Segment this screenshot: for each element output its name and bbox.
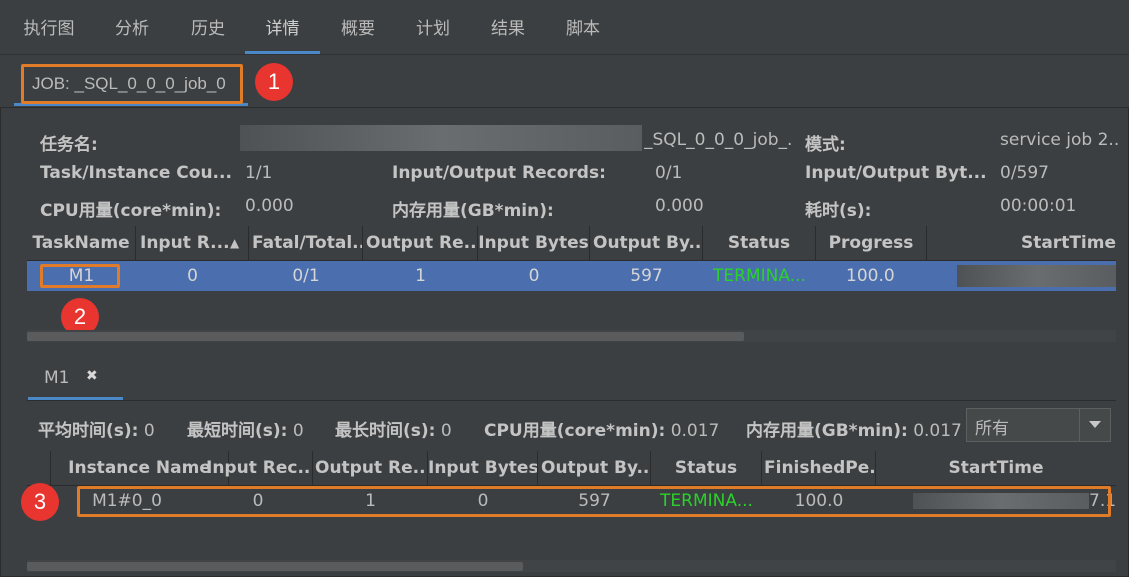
divider: [27, 400, 1116, 401]
task-count-label: Task/Instance Cou...: [40, 163, 232, 183]
tab-result[interactable]: 结果: [472, 14, 544, 54]
instance-table-hscrollbar[interactable]: [27, 560, 1116, 572]
highlight-box-task: [40, 264, 120, 288]
task-table-scroll-thumb[interactable]: [27, 332, 744, 341]
stat-max-value: 0: [440, 421, 452, 441]
col-fatal-total[interactable]: Fatal/Total...: [249, 226, 363, 260]
cell-fatal-total: 0/1: [292, 266, 320, 286]
col-input-records[interactable]: Input Rec...: [203, 451, 313, 485]
tab-analysis[interactable]: 分析: [96, 14, 168, 54]
redacted-starttime: [957, 265, 1116, 287]
tab-script[interactable]: 脚本: [547, 14, 619, 54]
close-icon[interactable]: ✖: [86, 368, 98, 384]
redacted-task-name: [240, 125, 642, 151]
stat-min: 最短时间(s): 0: [187, 416, 304, 441]
col-input-records-label: Input R...: [140, 233, 230, 253]
tab-plan[interactable]: 计划: [397, 14, 469, 54]
col-status[interactable]: Status: [703, 226, 816, 260]
io-bytes-label: Input/Output Byt...: [805, 163, 985, 183]
col-taskname[interactable]: TaskName: [27, 226, 136, 260]
mode-value: service job 2..: [1000, 130, 1120, 150]
cell-output-bytes: 597: [630, 266, 663, 286]
cell-input-records: 0: [187, 266, 198, 286]
filter-select-value: 所有: [975, 419, 1009, 439]
stat-cpu-label: CPU用量(core*min):: [484, 421, 666, 441]
mode-label: 模式:: [805, 135, 846, 155]
task-table-row[interactable]: M1 0 0/1 1 0 597 TERMINA... 100.0: [27, 261, 1116, 291]
stat-max: 最长时间(s): 0: [335, 416, 452, 441]
tab-overview[interactable]: 概要: [322, 14, 394, 54]
stat-mem-value: 0.017: [913, 421, 962, 441]
chevron-down-icon[interactable]: [1079, 409, 1110, 441]
col-output-bytes[interactable]: Output By...: [590, 226, 703, 260]
mem-usage-value: 0.000: [655, 196, 704, 216]
col-output-records[interactable]: Output Re...: [313, 451, 428, 485]
col-row-header: [27, 451, 51, 485]
col-starttime[interactable]: StartTime: [927, 226, 1116, 260]
task-count-value: 1/1: [245, 163, 273, 183]
col-input-bytes[interactable]: Input Bytes: [428, 451, 538, 485]
instance-table-header: Instance Name Input Rec... Output Re... …: [27, 451, 1116, 486]
col-status[interactable]: Status: [651, 451, 762, 485]
stat-min-label: 最短时间(s):: [187, 421, 288, 441]
stat-min-value: 0: [292, 421, 304, 441]
cell-progress: 100.0: [846, 266, 895, 286]
col-output-records[interactable]: Output Re...: [363, 226, 478, 260]
duration-value: 00:00:01: [1000, 196, 1077, 216]
stat-cpu-value: 0.017: [670, 421, 720, 441]
highlight-box-instance: [77, 486, 1111, 517]
io-records-label: Input/Output Records:: [392, 163, 606, 183]
top-tab-bar: 执行图 分析 历史 详情 概要 计划 结果 脚本: [0, 0, 1129, 55]
cell-status: TERMINA...: [713, 266, 806, 286]
stat-avg-value: 0: [143, 421, 155, 441]
cpu-usage-value: 0.000: [245, 196, 294, 216]
task-name-value: _SQL_0_0_0_job_.: [644, 130, 793, 150]
marker-3: 3: [21, 483, 59, 521]
stat-max-label: 最长时间(s):: [335, 421, 436, 441]
cell-input-bytes: 0: [528, 266, 540, 286]
col-output-bytes[interactable]: Output By...: [538, 451, 651, 485]
tab-m1[interactable]: M1 ✖: [28, 357, 123, 400]
marker-1: 1: [255, 63, 293, 101]
task-name-label: 任务名:: [40, 135, 98, 155]
duration-label: 耗时(s):: [805, 201, 872, 221]
task-table-header: TaskName Input R... ▲ Fatal/Total... Out…: [27, 226, 1116, 261]
tab-history[interactable]: 历史: [172, 14, 244, 54]
tab-execution-graph[interactable]: 执行图: [10, 14, 88, 54]
stat-avg: 平均时间(s): 0: [38, 416, 155, 441]
stat-avg-label: 平均时间(s):: [38, 421, 139, 441]
col-progress[interactable]: Progress: [816, 226, 927, 260]
highlight-box-job: [21, 64, 243, 104]
col-input-records[interactable]: Input R... ▲: [136, 226, 249, 260]
task-table-hscrollbar[interactable]: [27, 330, 1116, 342]
filter-select[interactable]: 所有: [966, 408, 1111, 442]
cell-output-records: 1: [415, 266, 426, 286]
mem-usage-label: 内存用量(GB*min):: [392, 201, 554, 221]
stat-mem-label: 内存用量(GB*min):: [746, 421, 908, 441]
col-starttime[interactable]: StartTime: [876, 451, 1116, 485]
tab-details[interactable]: 详情: [245, 14, 320, 54]
stat-cpu: CPU用量(core*min): 0.017: [484, 416, 719, 441]
instance-table-scroll-thumb[interactable]: [27, 562, 523, 571]
cpu-usage-label: CPU用量(core*min):: [40, 201, 222, 221]
io-records-value: 0/1: [655, 163, 683, 183]
col-finished[interactable]: FinishedPe...: [762, 451, 876, 485]
sort-ascending-icon: ▲: [230, 236, 240, 250]
stat-mem: 内存用量(GB*min): 0.017: [746, 416, 962, 441]
tab-m1-label: M1: [44, 368, 70, 388]
io-bytes-value: 0/597: [1000, 163, 1049, 183]
col-input-bytes[interactable]: Input Bytes: [478, 226, 590, 260]
